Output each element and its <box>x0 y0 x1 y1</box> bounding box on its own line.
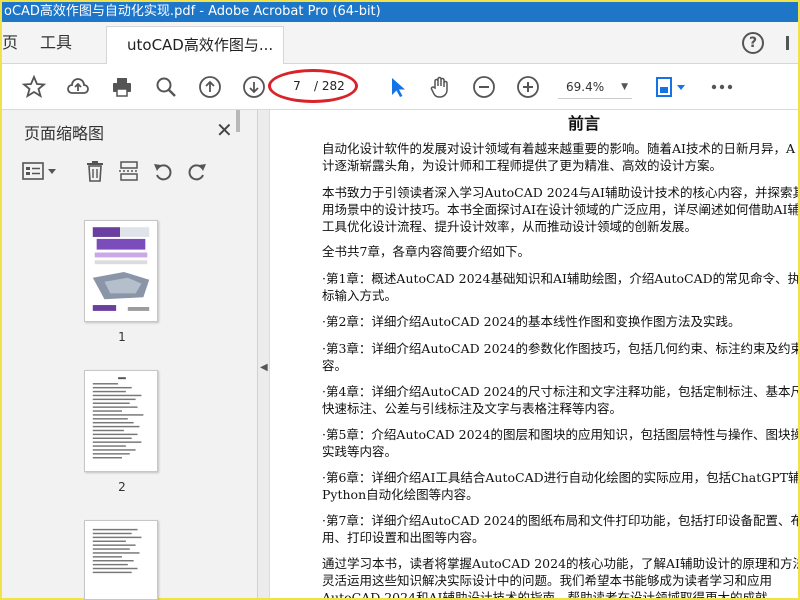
document-paragraph: 自动化设计软件的发展对设计领域有着越来越重要的影响。随着AI技术的日新月异，A 计… <box>322 140 798 174</box>
paragraph-line: 用、打印设置和出图等内容。 <box>322 530 485 545</box>
thumbnail-list: 1 2 <box>10 102 234 600</box>
paragraph-line: 用场景中的设计技巧。本书全面探讨AI在设计领域的广泛应用，详尽阐述如何借助AI辅 <box>322 202 798 217</box>
panel-collapse-handle[interactable]: ◀ <box>258 110 270 598</box>
previous-page-icon[interactable] <box>196 73 224 101</box>
window-title: oCAD高效作图与自动化实现.pdf - Adobe Acrobat Pro (… <box>2 2 798 22</box>
scrollbar-thumb[interactable] <box>236 110 240 132</box>
document-paragraph: 全书共7章，各章内容简要介绍如下。 <box>322 243 798 260</box>
paragraph-line: 计逐渐崭露头角，为设计师和工程师提供了更为精准、高效的设计方案。 <box>322 158 723 173</box>
document-paragraph: 通过学习本书，读者将掌握AutoCAD 2024的核心功能，了解AI辅助设计的原… <box>322 555 798 598</box>
book-cover-image <box>85 221 157 321</box>
page-heading: 前言 <box>568 114 601 133</box>
document-paragraph: ·第7章：详细介绍AutoCAD 2024的图纸布局和文件打印功能，包括打印设备… <box>322 512 798 546</box>
tab-document[interactable]: utoCAD高效作图与... <box>106 26 284 64</box>
hand-tool-icon[interactable] <box>426 73 454 101</box>
paragraph-line: 容。 <box>322 358 348 373</box>
paragraph-line: 工具优化设计流程、提升设计效率，从而推动设计领域的创新发展。 <box>322 219 698 234</box>
contents-page-image <box>92 377 144 459</box>
paragraph-line: AutoCAD 2024和AI辅助设计技术的指南，帮助读者在设计领域取得更大的成… <box>322 590 780 598</box>
select-cursor-icon[interactable] <box>384 73 412 101</box>
paragraph-line: 全书共7章，各章内容简要介绍如下。 <box>322 244 530 259</box>
paragraph-line: ·第7章：详细介绍AutoCAD 2024的图纸布局和文件打印功能，包括打印设备… <box>322 513 798 528</box>
document-paragraph: ·第6章：详细介绍AI工具结合AutoCAD进行自动化绘图的实际应用，包括Cha… <box>322 469 798 503</box>
document-paragraph: ·第4章：详细介绍AutoCAD 2024的尺寸标注和文字注释功能，包括定制标注… <box>322 383 798 417</box>
zoom-out-icon[interactable] <box>470 73 498 101</box>
upload-cloud-icon[interactable] <box>64 73 92 101</box>
print-icon[interactable] <box>108 73 136 101</box>
document-paragraph: ·第2章：详细介绍AutoCAD 2024的基本线性作图和变换作图方法及实践。 <box>322 313 798 330</box>
tab-home-fragment[interactable]: 页 <box>2 22 18 64</box>
paragraph-line: ·第5章：介绍AutoCAD 2024的图层和图块的应用知识，包括图层特性与操作… <box>322 427 798 442</box>
paragraph-line: 灵活运用这些知识解决实际设计中的问题。我们希望本书能够成为读者学习和应用 <box>322 573 773 588</box>
paragraph-line: ·第1章：概述AutoCAD 2024基础知识和AI辅助绘图，介绍AutoCAD… <box>322 271 798 286</box>
paragraph-line: ·第4章：详细介绍AutoCAD 2024的尺寸标注和文字注释功能，包括定制标注… <box>322 384 798 399</box>
fit-page-icon[interactable] <box>650 73 690 101</box>
thumbnail-page-3[interactable] <box>84 520 158 600</box>
paragraph-line: 实践等内容。 <box>322 444 398 459</box>
document-paragraph: ·第3章：详细介绍AutoCAD 2024的参数化作图技巧，包括几何约束、标注约… <box>322 340 798 374</box>
paragraph-line: 通过学习本书，读者将掌握AutoCAD 2024的核心功能，了解AI辅助设计的原… <box>322 556 798 571</box>
thumbnail-page-1[interactable] <box>84 220 158 322</box>
thumbnail-page-label: 2 <box>118 480 126 494</box>
paragraph-line: ·第3章：详细介绍AutoCAD 2024的参数化作图技巧，包括几何约束、标注约… <box>322 341 798 356</box>
document-viewer[interactable]: 前言 自动化设计软件的发展对设计领域有着越来越重要的影响。随着AI技术的日新月异… <box>270 110 798 598</box>
zoom-level-value: 69.4% <box>566 80 605 94</box>
thumbnail-scrollbar[interactable] <box>234 104 242 488</box>
paragraph-line: 自动化设计软件的发展对设计领域有着越来越重要的影响。随着AI技术的日新月异，A <box>322 141 795 156</box>
tab-tools[interactable]: 页 工具 <box>2 22 102 64</box>
thumbnail-page-label: 1 <box>118 330 126 344</box>
paragraph-line: Python自动化绘图等内容。 <box>322 487 479 502</box>
more-tools-icon[interactable] <box>708 73 736 101</box>
paragraph-line: ·第2章：详细介绍AutoCAD 2024的基本线性作图和变换作图方法及实践。 <box>322 314 741 329</box>
zoom-level-select[interactable]: 69.4% ▼ <box>558 75 632 99</box>
document-paragraph: 本书致力于引领读者深入学习AutoCAD 2024与AI辅助设计技术的核心内容，… <box>322 184 798 235</box>
contents-page-image <box>92 528 142 574</box>
paragraph-line: ·第6章：详细介绍AI工具结合AutoCAD进行自动化绘图的实际应用，包括Cha… <box>322 470 798 485</box>
document-paragraph: ·第5章：介绍AutoCAD 2024的图层和图块的应用知识，包括图层特性与操作… <box>322 426 798 460</box>
chevron-left-icon[interactable]: ◀ <box>260 362 268 373</box>
help-icon[interactable]: ? <box>742 32 764 54</box>
paragraph-line: 标输入方式。 <box>322 288 398 303</box>
red-annotation-ellipse <box>268 69 358 103</box>
next-page-icon[interactable] <box>240 73 268 101</box>
search-icon[interactable] <box>152 73 180 101</box>
tab-bar: 页 工具 utoCAD高效作图与... ? <box>2 22 798 64</box>
paragraph-line: 本书致力于引领读者深入学习AutoCAD 2024与AI辅助设计技术的核心内容，… <box>322 185 798 200</box>
thumbnail-page-2[interactable] <box>84 370 158 472</box>
document-paragraph: ·第1章：概述AutoCAD 2024基础知识和AI辅助绘图，介绍AutoCAD… <box>322 270 798 304</box>
chevron-down-icon: ▼ <box>621 82 628 92</box>
zoom-in-icon[interactable] <box>514 73 542 101</box>
more-menu-icon[interactable] <box>780 32 796 54</box>
bookmark-star-icon[interactable] <box>20 73 48 101</box>
tab-tools-label[interactable]: 工具 <box>40 22 72 64</box>
paragraph-line: 快速标注、公差与引线标注及文字与表格注释等内容。 <box>322 401 623 416</box>
